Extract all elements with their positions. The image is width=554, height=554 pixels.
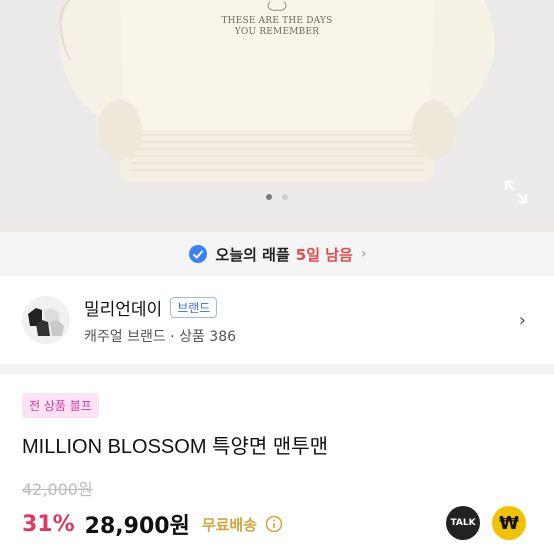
shop-meta: 캐주얼 브랜드 · 상품 386	[84, 328, 237, 345]
print-line-2: YOU REMEMBER	[234, 27, 320, 37]
product-title: MILLION BLOSSOM 특양면 맨투맨	[22, 436, 329, 458]
shop-row[interactable]: 밀리언데이 브랜드 캐주얼 브랜드 · 상품 386 ›	[0, 276, 554, 364]
verified-check-icon	[188, 245, 207, 263]
raffle-days-left: 5일 남음	[295, 245, 353, 264]
chevron-right-icon: ›	[360, 246, 367, 262]
price-row: 31% 28,900원 무료배송	[22, 508, 283, 540]
carousel-dot-active[interactable]	[266, 194, 272, 200]
shop-logo-icon	[22, 296, 70, 344]
pay-button[interactable]: ₩	[492, 506, 526, 540]
info-icon[interactable]	[265, 515, 283, 533]
expand-icon[interactable]	[502, 178, 530, 206]
print-line-1: THESE ARE THE DAYS	[221, 16, 333, 26]
product-image[interactable]: THESE ARE THE DAYS YOU REMEMBER	[0, 0, 554, 232]
original-price: 42,000원	[22, 480, 93, 499]
chevron-right-icon[interactable]: ›	[519, 310, 526, 331]
kakao-talk-button[interactable]: TALK	[446, 506, 480, 540]
free-shipping: 무료배송	[201, 515, 258, 534]
raffle-title: 오늘의 래플	[215, 245, 290, 264]
carousel-dots	[0, 194, 554, 200]
discount-rate: 31%	[22, 511, 75, 537]
shop-name: 밀리언데이	[84, 299, 163, 320]
carousel-dot[interactable]	[282, 194, 288, 200]
brand-badge: 브랜드	[170, 296, 218, 318]
shop-avatar	[22, 296, 70, 344]
raffle-banner[interactable]: 오늘의 래플 5일 남음 ›	[0, 232, 554, 276]
promo-tag: 전 상품 블프	[22, 393, 99, 418]
section-divider	[0, 364, 554, 374]
sale-price: 28,900원	[84, 514, 190, 539]
